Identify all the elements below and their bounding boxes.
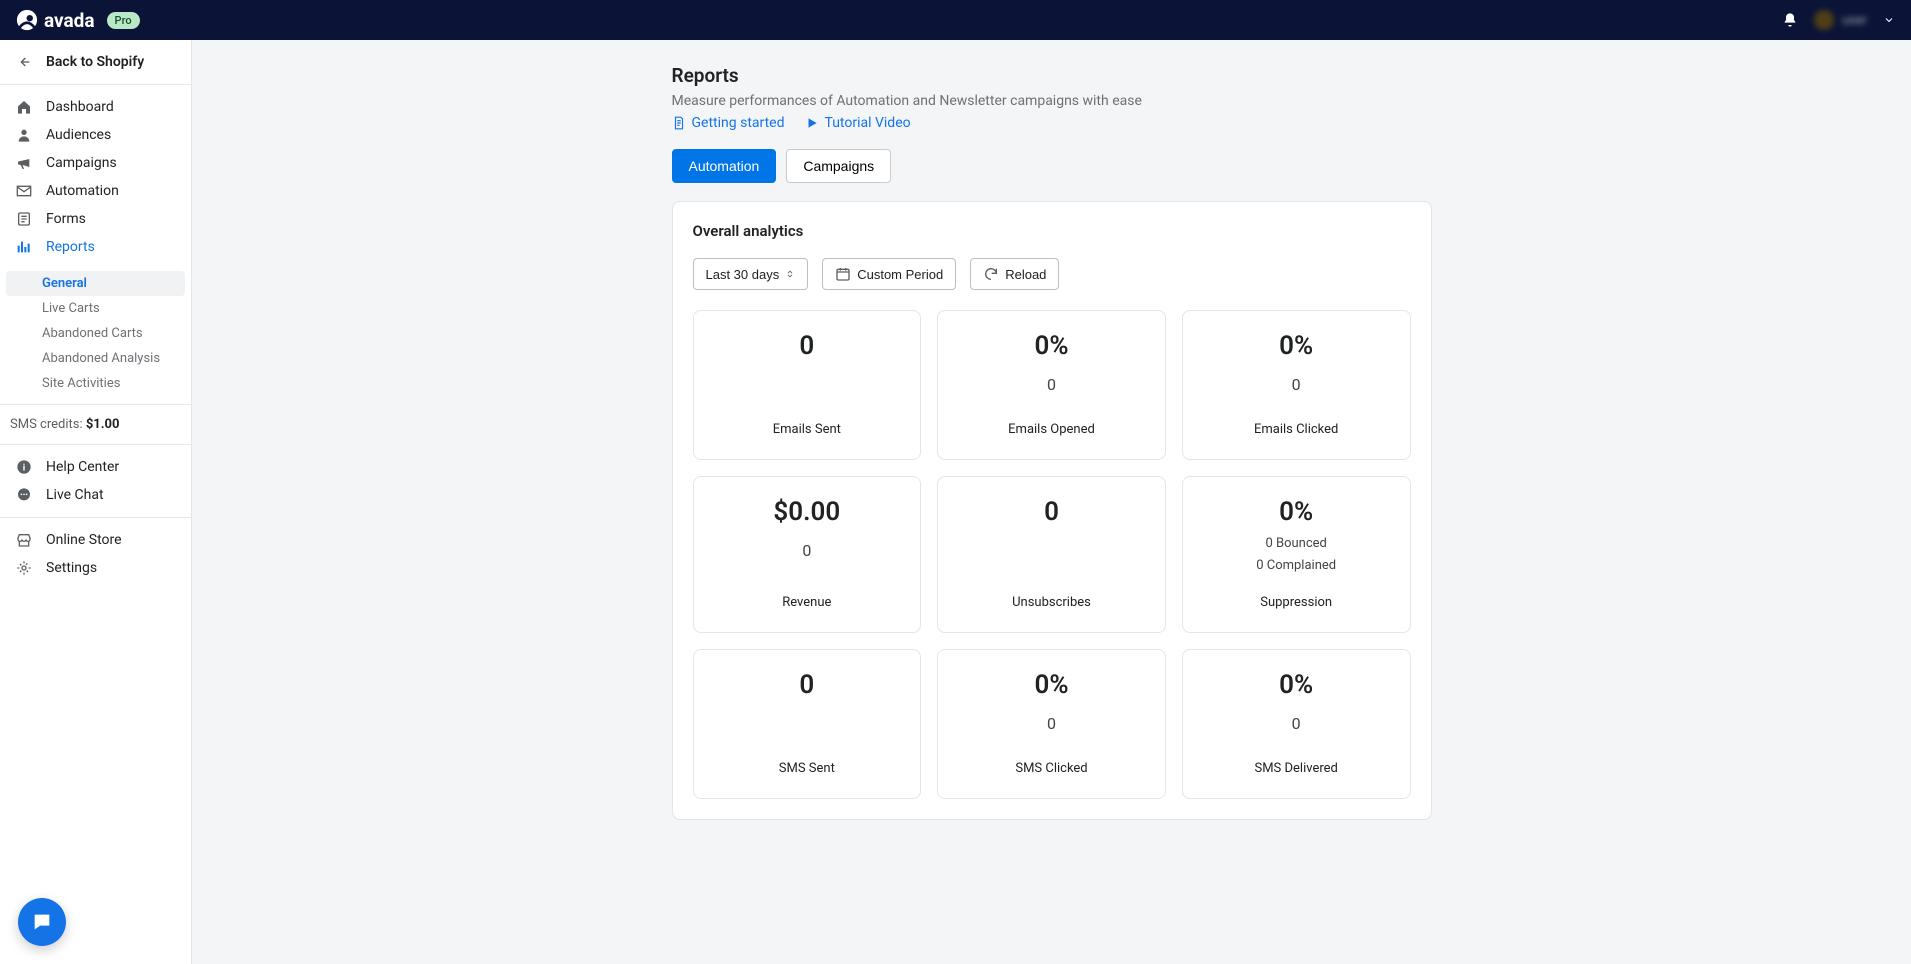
sidebar: Back to Shopify Dashboard Audiences Camp… (0, 40, 192, 964)
play-icon (805, 116, 819, 130)
form-icon (16, 211, 32, 227)
panel-title: Overall analytics (693, 222, 1411, 240)
svg-text:i: i (23, 462, 25, 473)
select-arrows-icon (785, 269, 795, 279)
sidebar-item-forms[interactable]: Forms (0, 205, 191, 233)
card-emails-clicked: 0% 0 Emails Clicked (1182, 310, 1411, 460)
sidebar-item-audiences[interactable]: Audiences (0, 121, 191, 149)
chevron-down-icon[interactable] (1883, 14, 1895, 26)
sidebar-item-online-store[interactable]: Online Store (0, 526, 191, 554)
avada-logo-icon (16, 9, 38, 31)
sidebar-item-automation[interactable]: Automation (0, 177, 191, 205)
getting-started-link[interactable]: Getting started (672, 115, 785, 131)
sidebar-item-help-center[interactable]: i Help Center (0, 453, 191, 481)
sidebar-sub-live-carts[interactable]: Live Carts (0, 296, 191, 321)
sidebar-item-reports[interactable]: Reports (0, 233, 191, 261)
sidebar-sub-general[interactable]: General (6, 271, 185, 296)
home-icon (16, 99, 32, 115)
card-revenue: $0.00 0 Revenue (693, 476, 922, 633)
topbar-right: user (1782, 10, 1895, 30)
brand-logo[interactable]: avada (16, 9, 95, 32)
card-emails-opened: 0% 0 Emails Opened (937, 310, 1166, 460)
card-sms-delivered: 0% 0 SMS Delivered (1182, 649, 1411, 799)
card-sms-clicked: 0% 0 SMS Clicked (937, 649, 1166, 799)
back-to-shopify[interactable]: Back to Shopify (0, 40, 191, 85)
page-title: Reports (672, 64, 1432, 87)
doc-icon (672, 116, 686, 130)
sidebar-sub-site-activities[interactable]: Site Activities (0, 371, 191, 396)
topbar-left: avada Pro (16, 9, 140, 32)
custom-period-button[interactable]: Custom Period (822, 258, 956, 290)
card-suppression: 0% 0 Bounced 0 Complained Suppression (1182, 476, 1411, 633)
topbar: avada Pro user (0, 0, 1911, 40)
analytics-panel: Overall analytics Last 30 days Custom Pe… (672, 201, 1432, 820)
sms-credits: SMS credits: $1.00 (0, 404, 191, 445)
sidebar-item-campaigns[interactable]: Campaigns (0, 149, 191, 177)
page-subtitle: Measure performances of Automation and N… (672, 93, 1432, 109)
card-sms-sent: 0 SMS Sent (693, 649, 922, 799)
brand-name: avada (44, 9, 95, 32)
tab-campaigns[interactable]: Campaigns (786, 149, 891, 183)
chat-icon (16, 487, 32, 503)
pro-badge: Pro (107, 12, 140, 29)
user-menu[interactable]: user (1814, 10, 1867, 30)
sidebar-item-live-chat[interactable]: Live Chat (0, 481, 191, 509)
sidebar-sub-abandoned-analysis[interactable]: Abandoned Analysis (0, 346, 191, 371)
avatar (1814, 10, 1834, 30)
calendar-icon (835, 266, 851, 282)
chart-icon (16, 239, 32, 255)
username: user (1842, 13, 1867, 28)
chat-bubble-icon (31, 911, 53, 933)
sidebar-item-settings[interactable]: Settings (0, 554, 191, 582)
chat-fab[interactable] (18, 898, 66, 946)
gear-icon (16, 560, 32, 576)
card-unsubscribes: 0 Unsubscribes (937, 476, 1166, 633)
main-content: Reports Measure performances of Automati… (192, 40, 1911, 964)
info-icon: i (16, 459, 32, 475)
reload-icon (983, 266, 999, 282)
period-select[interactable]: Last 30 days (693, 258, 809, 290)
mail-icon (16, 183, 32, 199)
store-icon (16, 532, 32, 548)
sidebar-item-dashboard[interactable]: Dashboard (0, 93, 191, 121)
sidebar-sub-abandoned-carts[interactable]: Abandoned Carts (0, 321, 191, 346)
tutorial-video-link[interactable]: Tutorial Video (805, 115, 911, 131)
notifications-icon[interactable] (1782, 12, 1798, 28)
user-icon (16, 127, 32, 143)
reload-button[interactable]: Reload (970, 258, 1059, 290)
arrow-left-icon (16, 54, 32, 70)
back-label: Back to Shopify (46, 54, 144, 70)
tab-automation[interactable]: Automation (672, 149, 777, 183)
megaphone-icon (16, 155, 32, 171)
card-emails-sent: 0 Emails Sent (693, 310, 922, 460)
